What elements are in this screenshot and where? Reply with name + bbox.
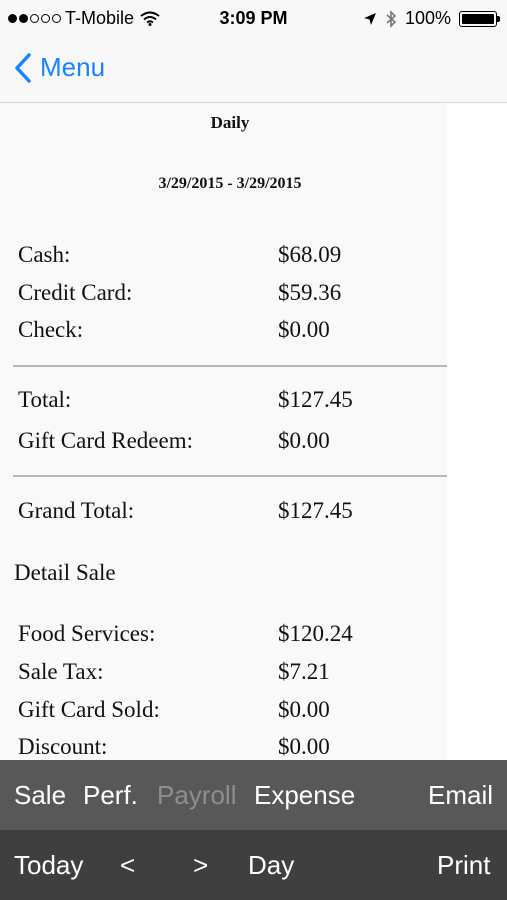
row-value: $0.00: [278, 697, 330, 722]
sale-button[interactable]: Sale: [14, 780, 66, 811]
report-date-range: 3/29/2015 - 3/29/2015: [158, 175, 302, 192]
row-label: Gift Card Redeem:: [18, 428, 194, 453]
row-value: $127.45: [278, 387, 353, 412]
row-label: Discount:: [18, 734, 108, 759]
today-button[interactable]: Today: [14, 850, 83, 881]
row-value: $59.36: [278, 280, 342, 305]
row-value: $120.24: [278, 621, 353, 646]
status-right: 100%: [363, 8, 500, 29]
payroll-button[interactable]: Payroll: [157, 780, 236, 811]
next-period-button[interactable]: >: [193, 850, 208, 881]
navigation-bar: Menu: [0, 38, 507, 103]
row-label: Gift Card Sold:: [18, 697, 160, 722]
row-label: Sale Tax:: [18, 659, 104, 684]
print-button[interactable]: Print: [437, 850, 490, 881]
status-bar: T-Mobile 3:09 PM 100%: [0, 0, 507, 38]
divider: [13, 365, 447, 367]
divider: [13, 475, 447, 477]
bluetooth-icon: [386, 9, 397, 28]
row-label: Grand Total:: [18, 498, 135, 523]
period-selector-button[interactable]: Day: [248, 850, 294, 881]
row-value: $0.00: [278, 734, 330, 759]
row-label: Food Services:: [18, 621, 156, 646]
location-arrow-icon: [363, 12, 376, 25]
row-value: $127.45: [278, 498, 353, 523]
report-title: Daily: [210, 113, 250, 132]
row-label: Check:: [18, 317, 84, 342]
previous-period-button[interactable]: <: [120, 850, 135, 881]
row-label: Total:: [18, 387, 72, 412]
row-value: $0.00: [278, 428, 330, 453]
chevron-left-icon: [15, 52, 31, 83]
detail-sale-heading: Detail Sale: [14, 560, 116, 585]
row-label: Cash:: [18, 242, 71, 267]
battery-percent: 100%: [404, 8, 451, 28]
performance-button[interactable]: Perf.: [83, 780, 138, 811]
daily-report: Daily 3/29/2015 - 3/29/2015 Cash: $68.09…: [0, 103, 447, 760]
report-type-bar: Sale Perf. Payroll Expense Email: [0, 760, 507, 830]
date-navigation-bar: Today < > Day Print: [0, 830, 507, 900]
row-value: $7.21: [278, 659, 330, 684]
row-label: Credit Card:: [18, 280, 133, 305]
expense-button[interactable]: Expense: [254, 780, 355, 811]
back-button-label: Menu: [40, 52, 106, 82]
battery-icon: [459, 10, 500, 27]
row-value: $0.00: [278, 317, 330, 342]
bottom-toolbar: Sale Perf. Payroll Expense Email Today <…: [0, 760, 507, 900]
back-button[interactable]: Menu: [14, 52, 105, 83]
email-button[interactable]: Email: [428, 780, 493, 811]
row-value: $68.09: [278, 242, 342, 267]
